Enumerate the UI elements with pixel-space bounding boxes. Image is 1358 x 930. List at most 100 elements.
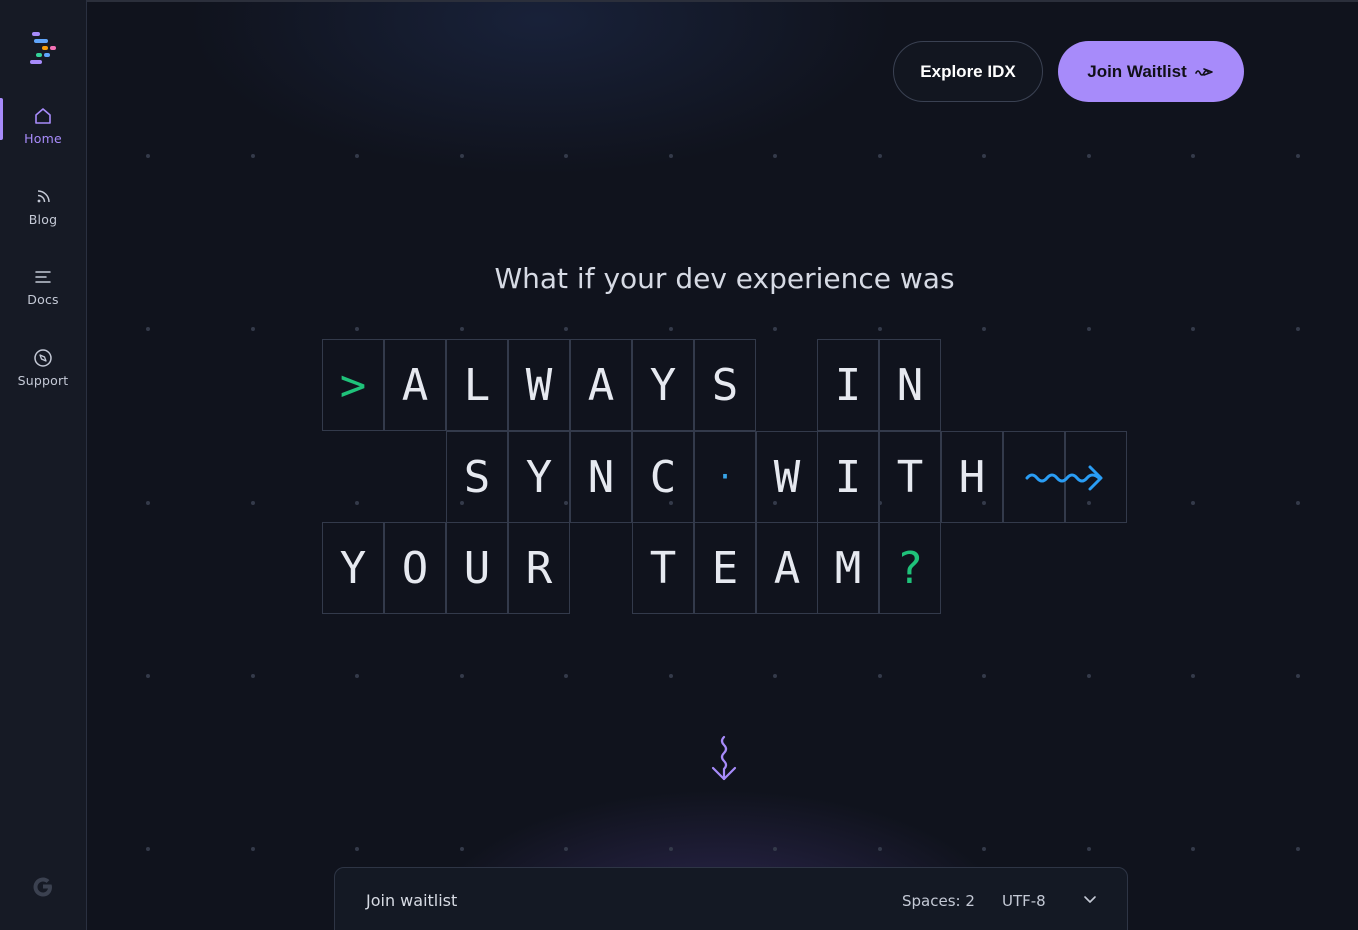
letter-tile: T bbox=[632, 522, 694, 614]
chevron-down-icon[interactable] bbox=[1083, 892, 1097, 906]
sidebar-item-label: Support bbox=[17, 373, 69, 388]
grid-dot bbox=[773, 327, 777, 331]
grid-dot bbox=[460, 327, 464, 331]
grid-dot bbox=[1296, 327, 1300, 331]
join-waitlist-label: Join Waitlist bbox=[1087, 61, 1187, 81]
grid-dot bbox=[982, 674, 986, 678]
letter-tile: I bbox=[817, 431, 879, 523]
grid-dot bbox=[669, 154, 673, 158]
letter-tile: S bbox=[446, 431, 508, 523]
letter-tile: Y bbox=[632, 339, 694, 431]
grid-dot bbox=[1087, 674, 1091, 678]
grid-dot bbox=[355, 154, 359, 158]
letter-tile: S bbox=[694, 339, 756, 431]
grid-dot bbox=[982, 847, 986, 851]
grid-dot bbox=[251, 847, 255, 851]
letter-tile: · bbox=[694, 431, 756, 523]
wave-arrow-icon bbox=[1025, 465, 1103, 491]
grid-dot bbox=[1296, 501, 1300, 505]
letter-tile: Y bbox=[508, 431, 570, 523]
grid-dot bbox=[146, 154, 150, 158]
grid-dot bbox=[355, 327, 359, 331]
grid-dot bbox=[773, 674, 777, 678]
grid-dot bbox=[146, 847, 150, 851]
grid-dot bbox=[355, 847, 359, 851]
letter-tile: E bbox=[694, 522, 756, 614]
sidebar-item-home[interactable]: Home bbox=[0, 96, 86, 156]
grid-dot bbox=[669, 327, 673, 331]
grid-dot bbox=[1191, 154, 1195, 158]
scroll-down-arrow-icon[interactable] bbox=[708, 734, 740, 784]
grid-dot bbox=[355, 674, 359, 678]
letter-tile: W bbox=[508, 339, 570, 431]
letter-tile: M bbox=[817, 522, 879, 614]
status-bar: Join waitlist Spaces: 2 UTF-8 bbox=[334, 867, 1128, 930]
grid-dot bbox=[773, 847, 777, 851]
grid-dot bbox=[1191, 501, 1195, 505]
letter-tile: ? bbox=[879, 522, 941, 614]
grid-dot bbox=[1296, 847, 1300, 851]
sidebar-item-blog[interactable]: Blog bbox=[0, 177, 86, 237]
letter-tile: A bbox=[384, 339, 446, 431]
grid-dot bbox=[251, 327, 255, 331]
grid-dot bbox=[146, 327, 150, 331]
grid-dot bbox=[1087, 327, 1091, 331]
grid-dot bbox=[564, 847, 568, 851]
join-waitlist-link[interactable]: Join waitlist bbox=[366, 891, 457, 910]
letter-tile: A bbox=[756, 522, 818, 614]
grid-dot bbox=[1191, 674, 1195, 678]
google-logo-icon bbox=[33, 877, 52, 897]
sidebar-item-label: Home bbox=[24, 131, 62, 146]
letter-tile: O bbox=[384, 522, 446, 614]
encoding-indicator[interactable]: UTF-8 bbox=[1002, 892, 1046, 910]
grid-dot bbox=[878, 327, 882, 331]
grid-dot bbox=[669, 674, 673, 678]
grid-dot bbox=[146, 501, 150, 505]
sidebar-item-support[interactable]: Support bbox=[0, 338, 86, 398]
join-waitlist-button[interactable]: Join Waitlist bbox=[1058, 41, 1244, 102]
explore-idx-button[interactable]: Explore IDX bbox=[893, 41, 1043, 102]
letter-tile: U bbox=[446, 522, 508, 614]
squiggle-arrow-icon bbox=[1194, 67, 1213, 76]
letter-tile: A bbox=[570, 339, 632, 431]
grid-dot bbox=[1296, 154, 1300, 158]
letter-tile: N bbox=[879, 339, 941, 431]
grid-dot bbox=[982, 327, 986, 331]
rss-icon bbox=[37, 190, 50, 203]
page: Home Blog Docs Support Explore IDX Join … bbox=[0, 0, 1358, 930]
grid-dot bbox=[355, 501, 359, 505]
letter-tile: W bbox=[756, 431, 818, 523]
indent-spaces-indicator[interactable]: Spaces: 2 bbox=[902, 892, 975, 910]
grid-dot bbox=[251, 154, 255, 158]
grid-dot bbox=[251, 501, 255, 505]
grid-dot bbox=[878, 154, 882, 158]
letter-tile: C bbox=[632, 431, 694, 523]
grid-dot bbox=[564, 327, 568, 331]
sidebar-item-label: Docs bbox=[27, 292, 59, 307]
grid-dot bbox=[564, 154, 568, 158]
sidebar-item-docs[interactable]: Docs bbox=[0, 257, 86, 317]
letter-tile: Y bbox=[322, 522, 384, 614]
sidebar-item-label: Blog bbox=[28, 212, 58, 227]
letter-tile: N bbox=[570, 431, 632, 523]
home-icon bbox=[35, 108, 51, 124]
docs-icon bbox=[35, 271, 51, 283]
grid-dot bbox=[460, 154, 464, 158]
idx-logo-icon[interactable] bbox=[28, 30, 60, 66]
letter-tile: L bbox=[446, 339, 508, 431]
grid-dot bbox=[1087, 847, 1091, 851]
grid-dot bbox=[251, 674, 255, 678]
window-top-border bbox=[0, 0, 1358, 2]
letter-tile: > bbox=[322, 339, 384, 431]
grid-dot bbox=[460, 847, 464, 851]
letter-tile: R bbox=[508, 522, 570, 614]
compass-icon bbox=[34, 349, 52, 367]
grid-dot bbox=[1191, 847, 1195, 851]
grid-dot bbox=[878, 847, 882, 851]
grid-dot bbox=[460, 674, 464, 678]
grid-dot bbox=[1296, 674, 1300, 678]
explore-idx-label: Explore IDX bbox=[920, 61, 1016, 81]
letter-tile: H bbox=[941, 431, 1003, 523]
grid-dot bbox=[982, 154, 986, 158]
grid-dot bbox=[564, 674, 568, 678]
